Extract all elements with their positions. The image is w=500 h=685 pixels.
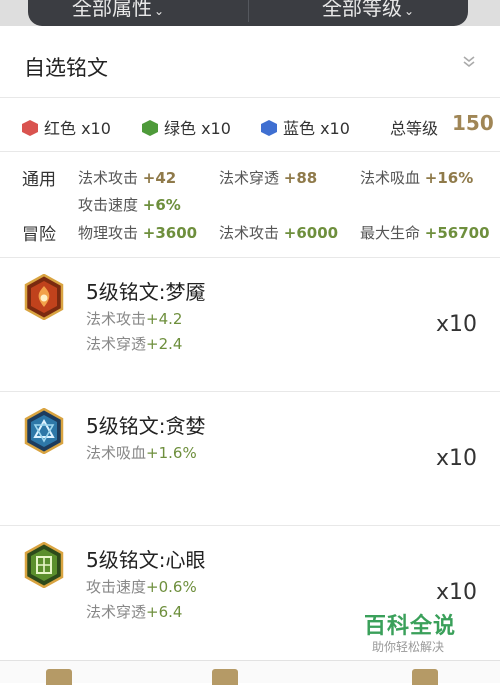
- red-inscription-icon: [24, 273, 64, 321]
- blue-hexagon-icon: [261, 120, 277, 136]
- inscription-row-nightmare[interactable]: 5级铭文:梦魇 法术攻击+4.2 法术穿透+2.4 x10: [0, 258, 500, 390]
- blue-inscription-icon: [24, 407, 64, 455]
- inscription-name: 5级铭文:贪婪: [86, 414, 206, 438]
- attribute-filter-dropdown[interactable]: 全部属性 ⌄: [72, 0, 164, 21]
- stat-item: 法术攻击 +42: [78, 169, 177, 187]
- filter-bar: 全部属性 ⌄ 全部等级 ⌄: [0, 0, 500, 26]
- tab-icon[interactable]: [212, 669, 238, 685]
- stat-item: 法术吸血 +16%: [360, 169, 474, 187]
- stat-item: 物理攻击 +3600: [78, 224, 198, 242]
- red-count: 红色 x10: [22, 115, 111, 139]
- stat-item: 法术穿透 +88: [219, 169, 318, 187]
- total-level-value: 150: [452, 111, 494, 135]
- custom-inscription-header[interactable]: 自选铭文: [0, 34, 500, 96]
- watermark-subtitle: 助你轻松解决: [372, 640, 445, 654]
- stat-item: 法术攻击 +6000: [219, 224, 339, 242]
- level-filter-label: 全部等级: [322, 0, 402, 20]
- expand-icon[interactable]: [462, 56, 476, 72]
- inscription-attr: 法术吸血+1.6%: [86, 444, 197, 462]
- adventure-label: 冒险: [22, 225, 56, 245]
- stat-item: 最大生命 +56700: [360, 224, 490, 242]
- tab-icon[interactable]: [46, 669, 72, 685]
- color-summary: 红色 x10 绿色 x10 蓝色 x10 总等级 150: [0, 98, 500, 150]
- inscription-attr: 攻击速度+0.6%: [86, 578, 197, 596]
- inscription-attr: 法术穿透+2.4: [86, 335, 183, 353]
- inscription-attr: 法术攻击+4.2: [86, 310, 183, 328]
- inscription-quantity: x10: [436, 580, 478, 605]
- general-label: 通用: [22, 170, 56, 190]
- stat-item: 攻击速度 +6%: [78, 196, 181, 214]
- inscription-quantity: x10: [436, 312, 478, 337]
- filter-divider: [248, 0, 249, 22]
- inscription-quantity: x10: [436, 446, 478, 471]
- chevron-down-icon: ⌄: [154, 4, 165, 18]
- stats-section: 通用 法术攻击 +42 法术穿透 +88 法术吸血 +16% 攻击速度 +6% …: [0, 152, 500, 256]
- green-hexagon-icon: [142, 120, 158, 136]
- chevron-down-icon: ⌄: [404, 4, 415, 18]
- attribute-filter-label: 全部属性: [72, 0, 152, 20]
- green-count: 绿色 x10: [142, 115, 231, 139]
- watermark-logo: 百科全说 助你轻松解决: [352, 606, 472, 658]
- red-hexagon-icon: [22, 120, 38, 136]
- inscription-name: 5级铭文:心眼: [86, 548, 206, 572]
- watermark-title: 百科全说: [364, 614, 457, 639]
- green-inscription-icon: [24, 541, 64, 589]
- inscription-name: 5级铭文:梦魇: [86, 280, 206, 304]
- blue-count: 蓝色 x10: [261, 115, 350, 139]
- page-title: 自选铭文: [24, 56, 108, 80]
- total-level-label: 总等级: [390, 119, 439, 138]
- inscription-row-greed[interactable]: 5级铭文:贪婪 法术吸血+1.6% x10: [0, 392, 500, 524]
- tab-icon[interactable]: [412, 669, 438, 685]
- inscription-attr: 法术穿透+6.4: [86, 603, 183, 621]
- bottom-tab-bar: [0, 660, 500, 685]
- level-filter-dropdown[interactable]: 全部等级 ⌄: [322, 0, 414, 21]
